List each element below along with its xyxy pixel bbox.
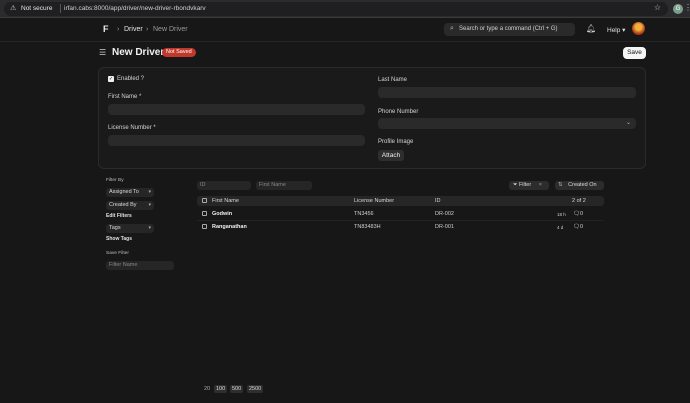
result-count: 2 of 2 — [572, 198, 586, 204]
address-bar[interactable]: ⚠ Not secure irfan.cabs:8000/app/driver/… — [4, 2, 668, 16]
page-size-20[interactable]: 20 — [202, 385, 212, 393]
id-filter-input[interactable]: ID — [197, 181, 251, 190]
sidebar-toggle-icon[interactable]: ☰ — [99, 48, 106, 57]
tags-filter[interactable]: Tags ▾ — [106, 224, 154, 233]
app-logo[interactable]: F — [103, 24, 109, 34]
chevron-down-icon: ▾ — [148, 225, 151, 231]
select-all-checkbox[interactable] — [202, 198, 207, 203]
page-size-100[interactable]: 100 — [214, 385, 228, 393]
first-name-filter-input[interactable]: First Name — [256, 181, 312, 190]
row-id: DR-002 — [435, 211, 454, 217]
breadcrumb-new-driver[interactable]: New Driver — [153, 26, 188, 33]
created-by-label: Created By — [109, 202, 137, 208]
enabled-label: Enabled ? — [117, 76, 145, 82]
status-badge: Not Saved — [162, 48, 196, 57]
breadcrumb-driver[interactable]: Driver — [124, 26, 143, 33]
browser-menu-icon[interactable]: ⋮ — [684, 3, 690, 12]
row-divider — [197, 220, 604, 221]
phone-number-field[interactable]: ⌄ — [378, 118, 636, 129]
filter-by-heading: Filter By — [106, 178, 124, 183]
enabled-checkbox[interactable]: ✓ — [108, 76, 114, 82]
column-header-id: ID — [435, 198, 441, 204]
tags-label: Tags — [109, 225, 121, 231]
row-checkbox[interactable] — [202, 224, 207, 229]
license-number-label: License Number * — [108, 125, 156, 131]
row-license-number: TN83483H — [354, 224, 381, 230]
phone-number-label: Phone Number — [378, 109, 419, 115]
row-first-name[interactable]: Godwin — [212, 211, 232, 217]
save-filter-heading: Save Filter — [106, 251, 129, 256]
sort-label: Created On — [568, 182, 597, 188]
notification-bell-icon[interactable]: 🔔︎ — [586, 24, 596, 33]
created-by-filter[interactable]: Created By ▾ — [106, 201, 154, 210]
row-modified-time: 4 d — [557, 225, 564, 230]
show-tags-link[interactable]: Show Tags — [106, 236, 132, 242]
edit-filters-link[interactable]: Edit Filters — [106, 213, 132, 219]
search-icon: ⌕ — [450, 25, 454, 32]
row-comment-count: 0 — [580, 224, 584, 230]
last-name-label: Last Name — [378, 77, 408, 83]
column-header-license-number: License Number — [354, 198, 395, 204]
comment-icon: 🗨︎ — [573, 224, 580, 230]
chevron-down-icon[interactable]: ⌄ — [626, 119, 631, 126]
chevron-right-icon: › — [117, 26, 120, 33]
last-name-field[interactable] — [378, 87, 636, 98]
attach-button[interactable]: Attach — [378, 150, 404, 161]
row-id: DR-001 — [435, 224, 454, 230]
close-icon[interactable]: × — [539, 182, 542, 188]
search-bar[interactable]: ⌕ Search or type a command (Ctrl + G) — [444, 23, 575, 36]
first-name-field[interactable] — [108, 104, 365, 115]
row-license-number: TN3456 — [354, 211, 374, 217]
security-label[interactable]: Not secure — [21, 5, 52, 12]
filter-button[interactable]: ⏷ Filter × — [509, 181, 549, 190]
sort-icon[interactable]: ⇅ — [558, 182, 563, 188]
help-menu[interactable]: Help ▾ — [607, 26, 625, 34]
url-text[interactable]: irfan.cabs:8000/app/driver/new-driver-rb… — [64, 5, 206, 12]
comment-icon: 🗨︎ — [573, 211, 580, 217]
first-name-label: First Name * — [108, 94, 142, 100]
chevron-down-icon: ▾ — [148, 202, 151, 208]
row-comment-count: 0 — [580, 211, 584, 217]
assigned-to-filter[interactable]: Assigned To ▾ — [106, 188, 154, 197]
column-header-first-name: First Name — [212, 198, 239, 204]
list-header — [197, 196, 604, 206]
row-modified-time: 18 h — [557, 212, 566, 217]
row-checkbox[interactable] — [202, 211, 207, 216]
avatar[interactable] — [632, 22, 645, 35]
chevron-down-icon: ▾ — [148, 189, 151, 195]
filter-icon: ⏷ — [513, 182, 518, 188]
row-first-name[interactable]: Ranganathan — [212, 224, 247, 230]
license-number-field[interactable] — [108, 135, 365, 146]
profile-image-label: Profile Image — [378, 139, 414, 145]
page-size-500[interactable]: 500 — [230, 385, 244, 393]
page-title: New Driver — [112, 47, 165, 58]
assigned-to-label: Assigned To — [109, 189, 139, 195]
save-button[interactable]: Save — [623, 47, 646, 59]
address-divider — [60, 4, 61, 13]
chevron-right-icon: › — [146, 26, 149, 33]
search-placeholder: Search or type a command (Ctrl + G) — [459, 26, 558, 32]
app-header: F › Driver › New Driver ⌕ Search or type… — [0, 18, 690, 42]
sort-button[interactable]: ⇅ Created On — [555, 181, 604, 190]
browser-chrome: ⚠ Not secure irfan.cabs:8000/app/driver/… — [0, 0, 690, 18]
bookmark-star-icon[interactable]: ☆ — [654, 3, 661, 12]
warning-icon: ⚠ — [10, 5, 17, 12]
filter-label: Filter — [518, 182, 532, 188]
extension-icon[interactable]: G — [673, 4, 683, 14]
filter-name-input[interactable]: Filter Name — [106, 261, 174, 270]
help-label: Help — [607, 27, 621, 34]
page-size-2500[interactable]: 2500 — [247, 385, 264, 393]
